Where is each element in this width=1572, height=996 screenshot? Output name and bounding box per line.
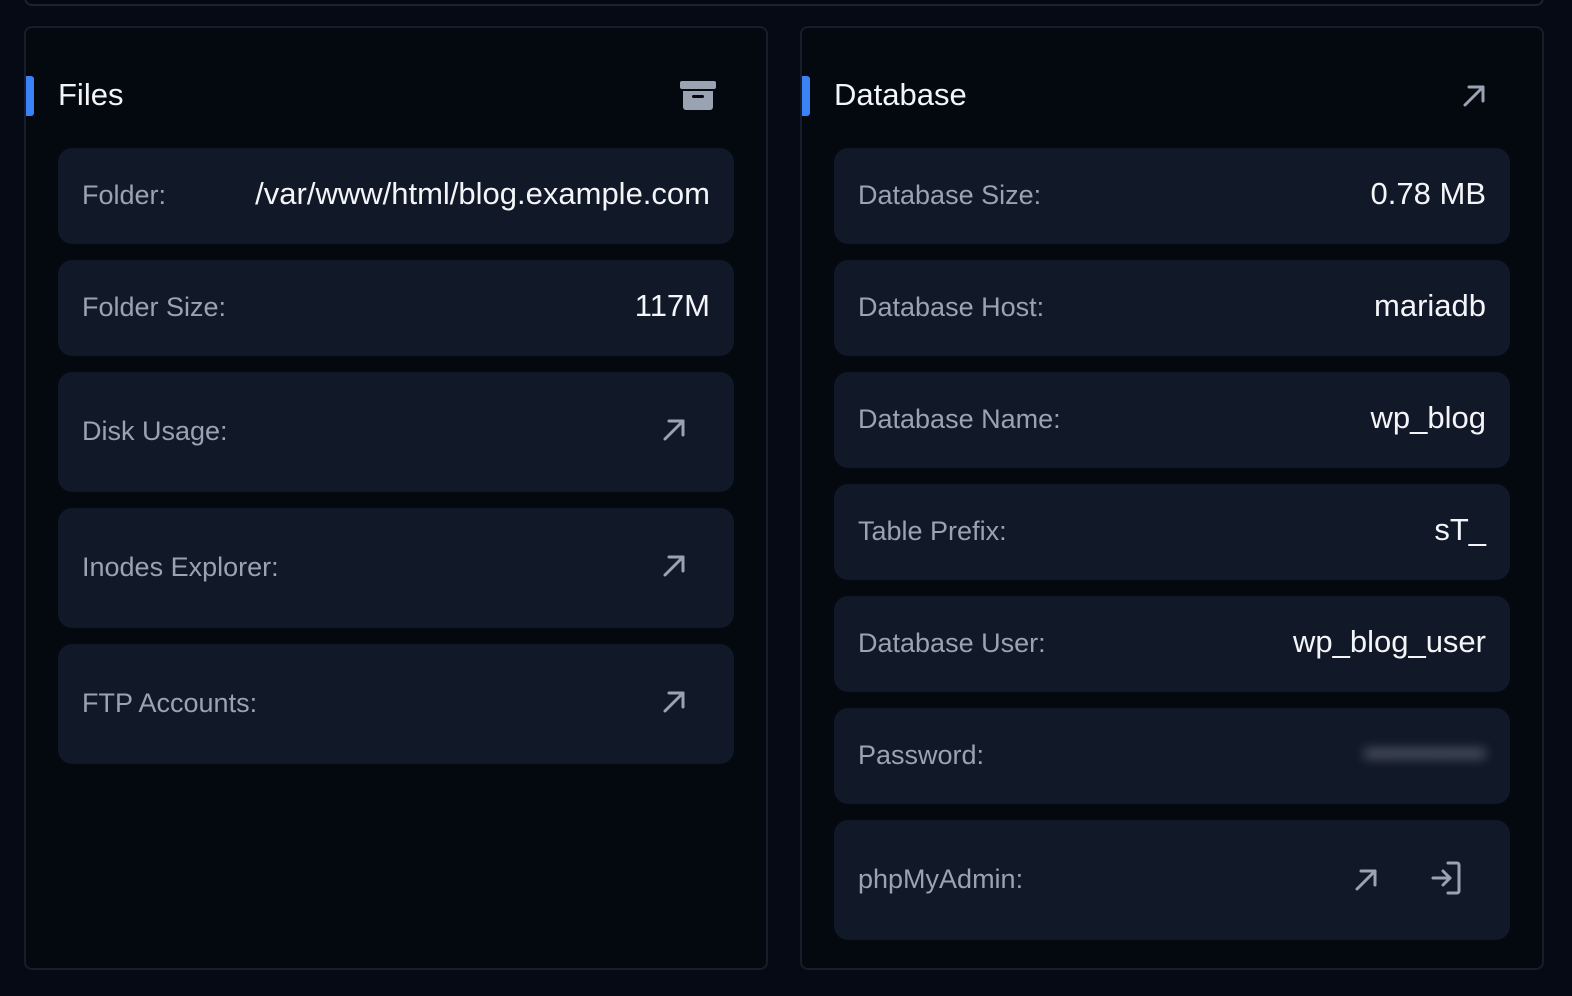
phpmyadmin-label: phpMyAdmin: — [858, 864, 1024, 894]
database-name-value: wp_blog — [1370, 400, 1486, 435]
folder-size-value: 117M — [634, 288, 710, 323]
files-panel: Files Folder: /var/www/html/blog.example… — [24, 26, 768, 970]
database-size-card: Database Size: 0.78 MB — [834, 148, 1510, 244]
password-value[interactable]: •••••••••••• — [1365, 738, 1486, 769]
database-name-card: Database Name: wp_blog — [834, 372, 1510, 468]
phpmyadmin-login-icon[interactable] — [1428, 860, 1464, 896]
phpmyadmin-card: phpMyAdmin: — [834, 820, 1510, 940]
folder-card: Folder: /var/www/html/blog.example.com — [58, 148, 734, 244]
database-name-label: Database Name: — [858, 404, 1061, 434]
folder-value: /var/www/html/blog.example.com — [255, 176, 710, 211]
database-arrow-up-right-icon[interactable] — [1454, 78, 1494, 114]
table-prefix-label: Table Prefix: — [858, 516, 1007, 546]
table-prefix-card: Table Prefix: sT_ — [834, 484, 1510, 580]
database-host-value: mariadb — [1374, 288, 1486, 323]
database-header: Database — [802, 76, 1542, 116]
inodes-arrow-up-right-icon[interactable] — [656, 548, 692, 584]
database-user-value: wp_blog_user — [1292, 624, 1486, 659]
table-prefix-value: sT_ — [1434, 512, 1486, 547]
top-panel-edge — [24, 0, 1544, 6]
phpmyadmin-arrow-up-right-icon[interactable] — [1348, 862, 1384, 898]
database-user-card: Database User: wp_blog_user — [834, 596, 1510, 692]
password-label: Password: — [858, 740, 985, 770]
disk-usage-card: Disk Usage: — [58, 372, 734, 492]
files-accent-bar — [26, 76, 34, 116]
inodes-card: Inodes Explorer: — [58, 508, 734, 628]
disk-usage-label: Disk Usage: — [82, 416, 228, 446]
database-user-label: Database User: — [858, 628, 1046, 658]
database-panel: Database Database Size: 0.78 MB Database… — [800, 26, 1544, 970]
password-card: Password: •••••••••••• — [834, 708, 1510, 804]
database-host-card: Database Host: mariadb — [834, 260, 1510, 356]
database-size-label: Database Size: — [858, 180, 1042, 210]
archive-icon[interactable] — [678, 78, 718, 114]
inodes-label: Inodes Explorer: — [82, 552, 279, 582]
database-title: Database — [834, 77, 967, 112]
ftp-arrow-up-right-icon[interactable] — [656, 684, 692, 720]
database-size-value: 0.78 MB — [1370, 176, 1486, 211]
files-title: Files — [58, 77, 124, 112]
disk-usage-arrow-up-right-icon[interactable] — [656, 412, 692, 448]
files-header: Files — [26, 76, 766, 116]
folder-size-card: Folder Size: 117M — [58, 260, 734, 356]
folder-size-label: Folder Size: — [82, 292, 227, 322]
ftp-card: FTP Accounts: — [58, 644, 734, 764]
ftp-label: FTP Accounts: — [82, 688, 258, 718]
database-accent-bar — [802, 76, 810, 116]
database-host-label: Database Host: — [858, 292, 1045, 322]
folder-label: Folder: — [82, 180, 167, 210]
